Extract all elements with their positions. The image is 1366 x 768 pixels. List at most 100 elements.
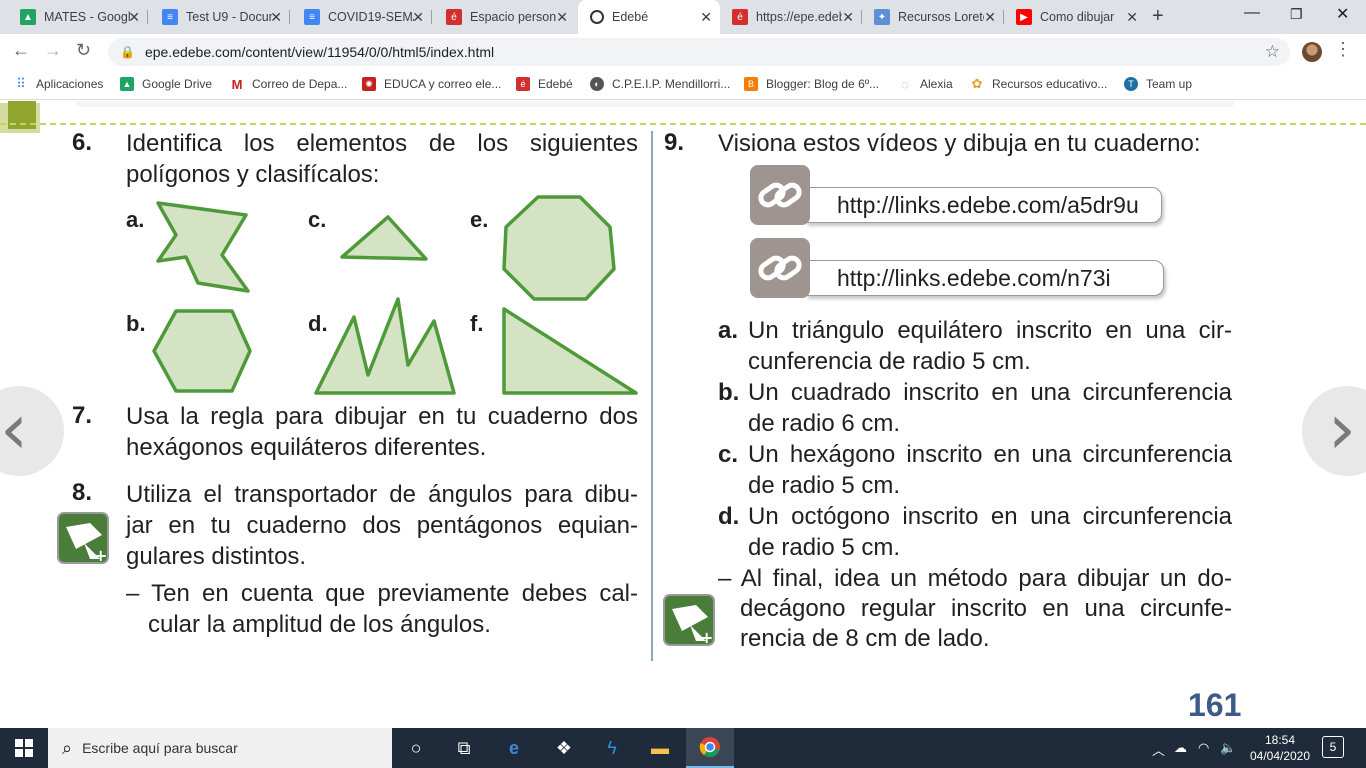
bookmark-label: C.P.E.I.P. Mendillorri... bbox=[612, 77, 731, 91]
exercise-8-note-line1: – Ten en cuenta que previamente debes ca… bbox=[126, 580, 638, 607]
exercise-7-text-line1: Usa la regla para dibujar en tu cuaderno… bbox=[126, 403, 638, 430]
exercise-9-final-line3: rencia de 8 cm de lado. bbox=[740, 625, 990, 652]
link-chain-icon[interactable] bbox=[750, 238, 810, 298]
taskbar-search-box[interactable]: ⌕ Escribe aquí para buscar bbox=[48, 728, 392, 768]
close-icon[interactable]: ✕ bbox=[412, 9, 424, 26]
svg-text:+: + bbox=[94, 546, 107, 565]
taskbar-clock[interactable]: 18:54 04/04/2020 bbox=[1248, 732, 1312, 764]
exercise-9-number: 9. bbox=[664, 129, 685, 156]
video-link-url[interactable]: http://links.edebe.com/a5dr9u bbox=[806, 187, 1162, 223]
bookmark-educa[interactable]: ✺ EDUCA y correo ele... bbox=[362, 77, 501, 91]
forward-button[interactable]: → bbox=[44, 40, 62, 61]
task-view-button[interactable]: ⧉ bbox=[440, 728, 488, 768]
browser-toolbar: ← → ↻ 🔒 epe.edebe.com/content/view/11954… bbox=[0, 34, 1366, 70]
onedrive-icon[interactable]: ☁ bbox=[1174, 740, 1187, 756]
address-bar[interactable]: 🔒 epe.edebe.com/content/view/11954/0/0/h… bbox=[108, 38, 1290, 66]
page-number: 161 bbox=[1188, 687, 1242, 723]
tab-recursos-loreto[interactable]: ✦ Recursos Loreto ✕ bbox=[862, 0, 1004, 34]
polygon-c bbox=[340, 215, 428, 261]
maximize-button[interactable]: ❐ bbox=[1290, 6, 1303, 23]
chevron-right-icon: › bbox=[1328, 388, 1356, 470]
cortana-circle-icon: ○ bbox=[410, 737, 422, 758]
close-icon[interactable]: ✕ bbox=[556, 9, 568, 26]
folder-icon: ▬ bbox=[651, 737, 669, 758]
bookmark-recursos[interactable]: ✿ Recursos educativo... bbox=[970, 76, 1108, 91]
exercise-9-final-line1: – Al final, idea un método para dibujar … bbox=[718, 565, 1232, 592]
exercise-8-text-line1: Utiliza el transportador de ángulos para… bbox=[126, 481, 638, 508]
bookmark-label: Edebé bbox=[538, 77, 573, 91]
video-link-2[interactable]: http://links.edebe.com/n73i bbox=[750, 238, 1170, 298]
back-button[interactable]: ← bbox=[12, 40, 30, 61]
window-close-button[interactable]: ✕ bbox=[1336, 4, 1349, 24]
cortana-button[interactable]: ○ bbox=[392, 728, 440, 768]
close-icon[interactable]: ✕ bbox=[128, 9, 140, 26]
close-icon[interactable]: ✕ bbox=[270, 9, 282, 26]
tab-covid19[interactable]: ≡ COVID19-SEMANA ✕ bbox=[292, 0, 432, 34]
close-icon[interactable]: ✕ bbox=[842, 9, 854, 26]
start-button[interactable] bbox=[0, 728, 48, 768]
next-page-button[interactable]: › bbox=[1302, 386, 1366, 476]
bookmark-label: Correo de Depa... bbox=[252, 77, 348, 91]
edge-button[interactable]: e bbox=[490, 728, 538, 768]
bookmark-alexia[interactable]: ◌ Alexia bbox=[898, 77, 953, 92]
bookmark-google-drive[interactable]: ▲ Google Drive bbox=[120, 77, 212, 91]
item-b-line1: Un cuadrado inscrito en una circunferenc… bbox=[748, 379, 1232, 406]
windows-logo-icon bbox=[15, 739, 33, 757]
google-docs-icon: ≡ bbox=[304, 9, 320, 25]
show-hidden-icons-button[interactable]: ︿ bbox=[1152, 740, 1165, 759]
video-link-url[interactable]: http://links.edebe.com/n73i bbox=[806, 260, 1164, 296]
notifications-button[interactable]: 5 bbox=[1322, 736, 1344, 758]
recursos-icon: ✦ bbox=[874, 9, 890, 25]
link-chain-icon[interactable] bbox=[750, 165, 810, 225]
shape-label-c: c. bbox=[308, 207, 327, 232]
exercise-8-text-line3: gulares distintos. bbox=[126, 543, 307, 570]
shape-label-a: a. bbox=[126, 207, 145, 232]
chevron-left-icon: ‹ bbox=[0, 388, 28, 470]
close-icon[interactable]: ✕ bbox=[700, 9, 712, 26]
profile-avatar[interactable] bbox=[1302, 42, 1322, 62]
tab-como-dibujar[interactable]: ▶ Como dibujar ✕ bbox=[1004, 0, 1146, 34]
exercise-8-note-line2: cular la amplitud de los ángulos. bbox=[148, 611, 491, 638]
edebe-icon: é bbox=[446, 9, 462, 25]
new-tab-button[interactable]: + bbox=[1152, 5, 1164, 28]
google-drive-icon: ▲ bbox=[120, 77, 134, 91]
app-button[interactable]: ϟ bbox=[588, 728, 636, 768]
bookmark-team-up[interactable]: T Team up bbox=[1124, 77, 1192, 91]
tab-mates[interactable]: ▲ MATES - Google ✕ bbox=[8, 0, 148, 34]
exercise-9-final-line2: decágono regular inscrito en una circunf… bbox=[740, 595, 1232, 622]
wifi-icon[interactable]: ◠ bbox=[1198, 740, 1209, 756]
activity-icon[interactable]: + bbox=[54, 509, 112, 567]
file-explorer-button[interactable]: ▬ bbox=[636, 728, 684, 768]
edebe-icon: é bbox=[516, 77, 530, 91]
tab-test-u9[interactable]: ≡ Test U9 - Docum ✕ bbox=[150, 0, 290, 34]
previous-page-button[interactable]: ‹ bbox=[0, 386, 64, 476]
tab-espacio-personal[interactable]: é Espacio personal ✕ bbox=[434, 0, 576, 34]
youtube-icon: ▶ bbox=[1016, 9, 1032, 25]
bookmark-edebe[interactable]: é Edebé bbox=[516, 77, 573, 91]
bookmark-label: Team up bbox=[1146, 77, 1193, 91]
google-drive-icon: ▲ bbox=[20, 9, 36, 25]
volume-icon[interactable]: 🔈 bbox=[1220, 740, 1236, 756]
video-link-1[interactable]: http://links.edebe.com/a5dr9u bbox=[750, 165, 1170, 225]
chrome-button[interactable] bbox=[686, 728, 734, 768]
close-icon[interactable]: ✕ bbox=[1126, 9, 1138, 26]
reload-button[interactable]: ↻ bbox=[76, 40, 91, 61]
minimize-button[interactable]: — bbox=[1244, 4, 1260, 22]
bookmark-cpeip[interactable]: ◐ C.P.E.I.P. Mendillorri... bbox=[590, 77, 730, 91]
bookmark-label: EDUCA y correo ele... bbox=[384, 77, 502, 91]
activity-icon[interactable]: + bbox=[660, 591, 718, 649]
bookmark-label: Google Drive bbox=[142, 77, 213, 91]
dropbox-button[interactable]: ❖ bbox=[540, 728, 588, 768]
item-b-line2: de radio 6 cm. bbox=[748, 410, 901, 437]
url-text: epe.edebe.com/content/view/11954/0/0/htm… bbox=[144, 44, 495, 60]
bookmark-aplicaciones[interactable]: ⠿ Aplicaciones bbox=[14, 76, 103, 91]
polygon-d bbox=[314, 297, 456, 395]
browser-menu-button[interactable]: ⋮ bbox=[1334, 40, 1352, 58]
bookmark-correo[interactable]: M Correo de Depa... bbox=[230, 77, 348, 92]
tab-epe-edebe[interactable]: é https://epe.edebe ✕ bbox=[720, 0, 862, 34]
bookmark-star-icon[interactable]: ☆ bbox=[1265, 42, 1280, 62]
tab-edebe[interactable]: Edebé ✕ bbox=[578, 0, 720, 34]
bookmark-blogger[interactable]: B Blogger: Blog de 6º... bbox=[744, 77, 879, 91]
close-icon[interactable]: ✕ bbox=[984, 9, 996, 26]
tab-title: MATES - Google bbox=[44, 10, 130, 24]
